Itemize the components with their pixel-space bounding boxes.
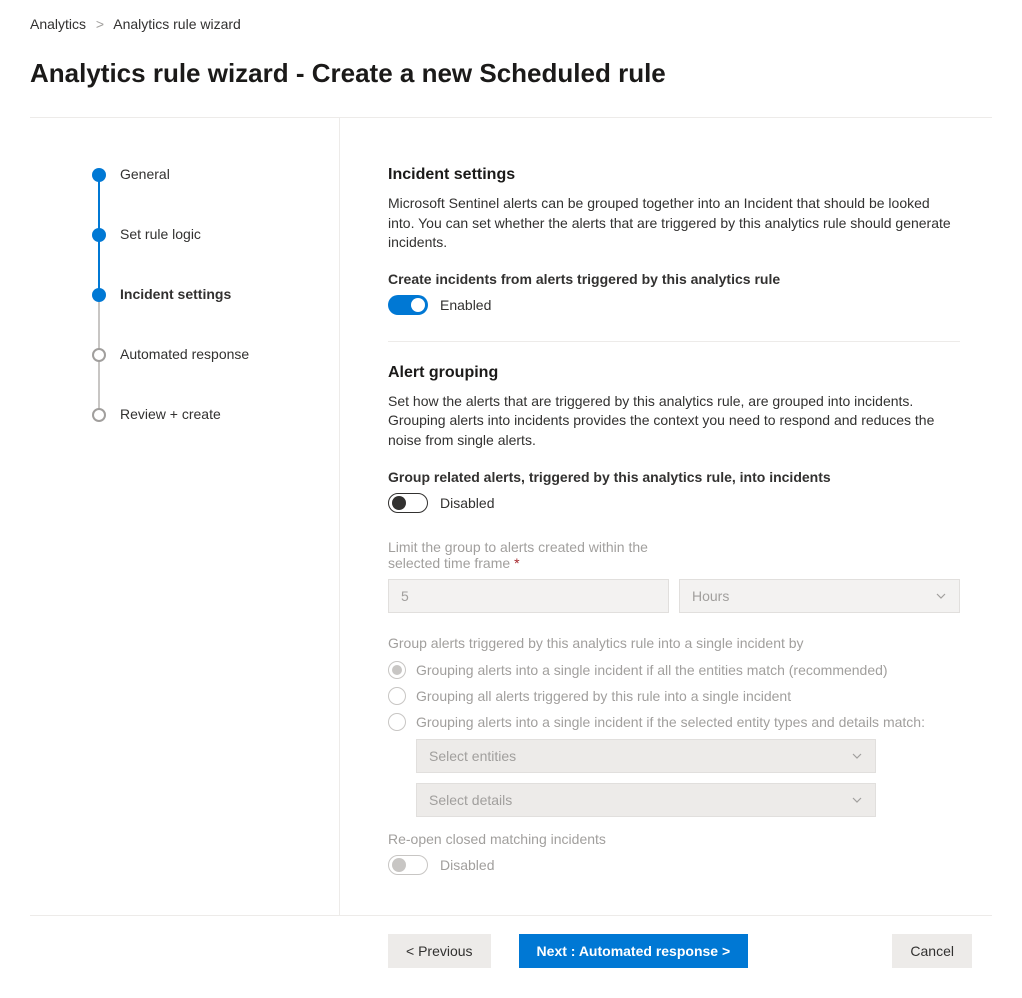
radio-group-all-alerts[interactable]: Grouping all alerts triggered by this ru…	[388, 687, 960, 705]
field-label-group-related: Group related alerts, triggered by this …	[388, 469, 960, 485]
chevron-down-icon	[935, 590, 947, 602]
field-label-reopen: Re-open closed matching incidents	[388, 831, 960, 847]
breadcrumb-item: Analytics rule wizard	[113, 16, 241, 32]
step-label: General	[120, 166, 170, 182]
step-label: Incident settings	[120, 286, 231, 302]
radio-icon	[388, 661, 406, 679]
toggle-group-related[interactable]	[388, 493, 428, 513]
page-title: Analytics rule wizard - Create a new Sch…	[30, 58, 992, 89]
section-desc: Set how the alerts that are triggered by…	[388, 392, 960, 451]
field-label-timeframe: Limit the group to alerts created within…	[388, 539, 688, 571]
previous-button[interactable]: < Previous	[388, 934, 491, 968]
chevron-right-icon: >	[96, 16, 104, 32]
next-button[interactable]: Next : Automated response >	[519, 934, 749, 968]
radio-label: Grouping all alerts triggered by this ru…	[416, 688, 791, 704]
step-label: Automated response	[120, 346, 249, 362]
required-indicator: *	[514, 555, 519, 571]
entities-placeholder: Select entities	[429, 748, 516, 764]
timeframe-unit: Hours	[692, 588, 729, 604]
section-heading-incident-settings: Incident settings	[388, 166, 960, 184]
radio-label: Grouping alerts into a single incident i…	[416, 662, 888, 678]
step-label: Set rule logic	[120, 226, 201, 242]
wizard-steps: General Set rule logic Incident settings…	[30, 118, 340, 915]
entities-dropdown[interactable]: Select entities	[416, 739, 876, 773]
step-set-rule-logic[interactable]: Set rule logic	[92, 226, 319, 286]
radio-group-entities-match[interactable]: Grouping alerts into a single incident i…	[388, 661, 960, 679]
field-label-groupby: Group alerts triggered by this analytics…	[388, 635, 960, 651]
toggle-reopen[interactable]	[388, 855, 428, 875]
step-general[interactable]: General	[92, 166, 319, 226]
cancel-button[interactable]: Cancel	[892, 934, 972, 968]
chevron-down-icon	[851, 750, 863, 762]
step-incident-settings[interactable]: Incident settings	[92, 286, 319, 346]
form-panel: Incident settings Microsoft Sentinel ale…	[340, 118, 980, 915]
step-label: Review + create	[120, 406, 221, 422]
step-automated-response[interactable]: Automated response	[92, 346, 319, 406]
breadcrumb-item[interactable]: Analytics	[30, 16, 86, 32]
toggle-state-label: Disabled	[440, 495, 494, 511]
step-dot-icon	[92, 288, 106, 302]
timeframe-value: 5	[401, 588, 409, 604]
radio-group-selected-types[interactable]: Grouping alerts into a single incident i…	[388, 713, 960, 731]
details-dropdown[interactable]: Select details	[416, 783, 876, 817]
step-dot-icon	[92, 228, 106, 242]
field-label-create-incidents: Create incidents from alerts triggered b…	[388, 271, 960, 287]
step-dot-icon	[92, 408, 106, 422]
step-review-create[interactable]: Review + create	[92, 406, 319, 422]
radio-label: Grouping alerts into a single incident i…	[416, 714, 925, 730]
chevron-down-icon	[851, 794, 863, 806]
toggle-state-label: Enabled	[440, 297, 491, 313]
step-dot-icon	[92, 348, 106, 362]
details-placeholder: Select details	[429, 792, 512, 808]
radio-icon	[388, 713, 406, 731]
breadcrumb: Analytics > Analytics rule wizard	[30, 16, 992, 32]
step-dot-icon	[92, 168, 106, 182]
radio-icon	[388, 687, 406, 705]
section-desc: Microsoft Sentinel alerts can be grouped…	[388, 194, 960, 253]
divider	[388, 341, 960, 342]
toggle-create-incidents[interactable]	[388, 295, 428, 315]
section-heading-alert-grouping: Alert grouping	[388, 364, 960, 382]
toggle-state-label: Disabled	[440, 857, 494, 873]
timeframe-value-input[interactable]: 5	[388, 579, 669, 613]
timeframe-unit-dropdown[interactable]: Hours	[679, 579, 960, 613]
